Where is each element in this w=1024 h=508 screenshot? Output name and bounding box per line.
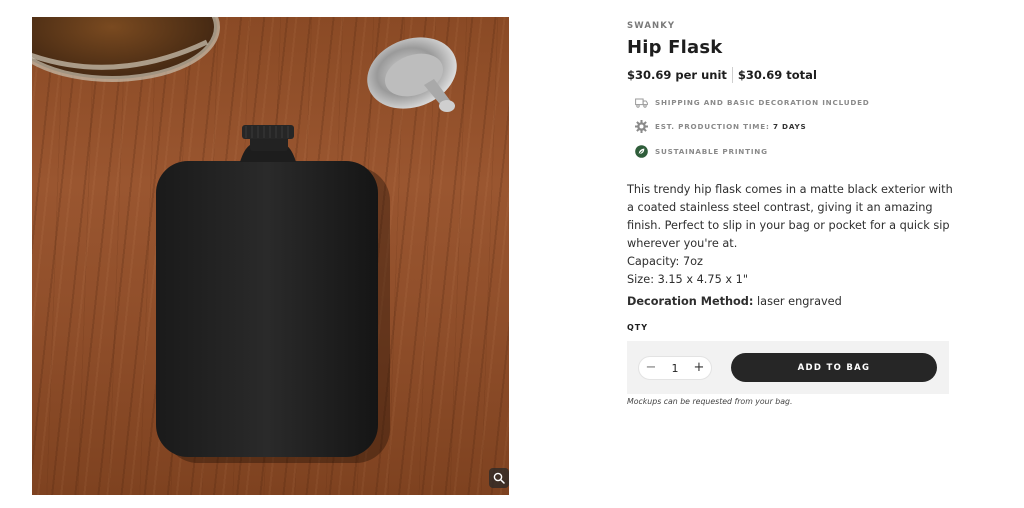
- add-to-bag-panel: − + ADD TO BAG: [627, 341, 949, 394]
- decoration-method-value: laser engraved: [757, 295, 842, 308]
- feature-shipping-text: SHIPPING AND BASIC DECORATION INCLUDED: [655, 98, 870, 107]
- decoration-method: Decoration Method: laser engraved: [627, 295, 842, 308]
- description-capacity: Capacity: 7oz: [627, 255, 703, 268]
- magnifier-icon: [493, 472, 505, 484]
- increase-qty-button[interactable]: +: [692, 361, 706, 375]
- product-image[interactable]: [32, 17, 509, 495]
- feature-sustainable-text: SUSTAINABLE PRINTING: [655, 147, 768, 156]
- gear-icon: [635, 120, 648, 133]
- product-title: Hip Flask: [627, 37, 723, 58]
- truck-icon: [635, 96, 648, 109]
- zoom-button[interactable]: [489, 468, 509, 488]
- price-divider: [731, 67, 733, 83]
- price-row: $30.69 per unit $30.69 total: [627, 67, 817, 83]
- quantity-stepper: − +: [638, 356, 712, 380]
- description-paragraph: This trendy hip flask comes in a matte b…: [627, 183, 953, 250]
- brand-name: SWANKY: [627, 21, 676, 31]
- feature-production-text: EST. PRODUCTION TIME:: [655, 122, 770, 131]
- feature-shipping: SHIPPING AND BASIC DECORATION INCLUDED: [635, 96, 870, 109]
- feature-sustainable: SUSTAINABLE PRINTING: [635, 145, 768, 158]
- production-time-value: 7 DAYS: [772, 122, 807, 131]
- unit-price: $30.69 per unit: [627, 68, 727, 82]
- qty-label: QTY: [627, 323, 649, 332]
- description-size: Size: 3.15 x 4.75 x 1": [627, 273, 749, 286]
- decoration-method-label: Decoration Method:: [627, 295, 754, 308]
- feature-production: EST. PRODUCTION TIME: 7 DAYS: [635, 120, 806, 133]
- qty-input[interactable]: [665, 361, 685, 375]
- mockup-note: Mockups can be requested from your bag.: [627, 397, 793, 406]
- total-price: $30.69 total: [737, 68, 817, 82]
- decrease-qty-button[interactable]: −: [644, 361, 658, 375]
- product-description: This trendy hip flask comes in a matte b…: [627, 181, 957, 289]
- leaf-icon: [635, 145, 648, 158]
- hip-flask-photo: [32, 17, 457, 463]
- add-to-bag-button[interactable]: ADD TO BAG: [731, 353, 937, 382]
